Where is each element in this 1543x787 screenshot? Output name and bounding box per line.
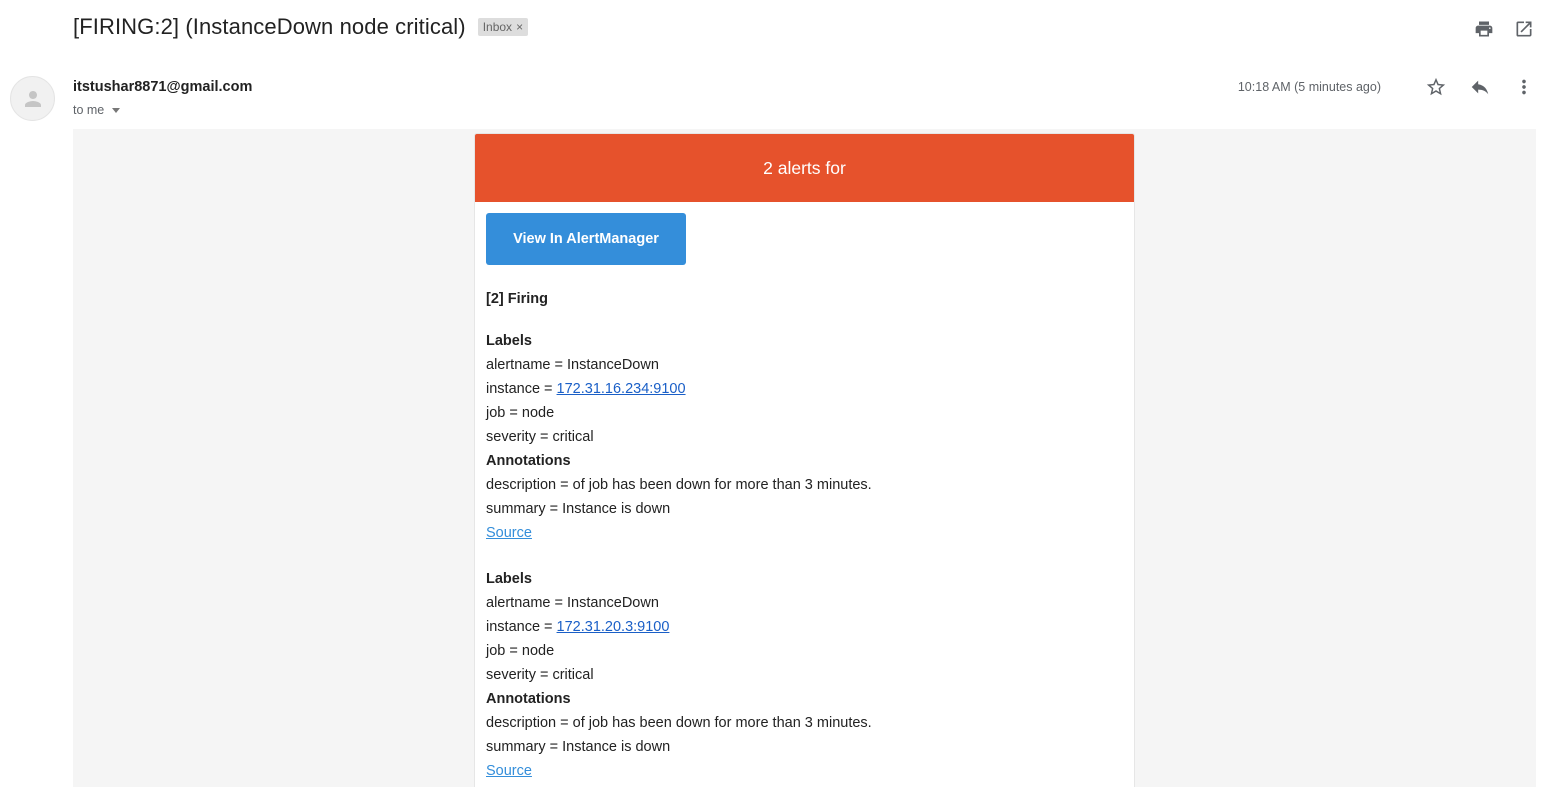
labels-heading: Labels	[486, 571, 532, 587]
annotation-summary: summary = Instance is down	[486, 501, 671, 517]
recipient-label: to me	[73, 103, 105, 117]
sender-address[interactable]: itstushar8871@gmail.com	[73, 79, 252, 95]
annotation-description: description = of job has been down for m…	[486, 715, 872, 731]
star-icon[interactable]	[1425, 76, 1447, 98]
label-severity: severity = critical	[486, 429, 594, 445]
label-severity: severity = critical	[486, 667, 594, 683]
label-job: job = node	[486, 405, 555, 421]
source-link[interactable]: Source	[486, 521, 532, 545]
label-instance: instance = 172.31.20.3:9100	[486, 615, 1123, 639]
annotation-description: description = of job has been down for m…	[486, 477, 872, 493]
label-instance-prefix: instance =	[486, 381, 557, 397]
annotation-summary: summary = Instance is down	[486, 739, 671, 755]
alert-banner: 2 alerts for	[475, 134, 1134, 202]
inbox-label-chip[interactable]: Inbox ×	[477, 18, 529, 36]
annotations-heading: Annotations	[486, 691, 571, 707]
email-subject: [FIRING:2] (InstanceDown node critical)	[73, 14, 466, 39]
label-alertname: alertname = InstanceDown	[486, 357, 659, 373]
avatar[interactable]	[10, 76, 55, 121]
label-instance: instance = 172.31.16.234:9100	[486, 377, 1123, 401]
message-actions: 10:18 AM (5 minutes ago)	[1238, 76, 1535, 98]
instance-link[interactable]: 172.31.16.234:9100	[557, 381, 686, 397]
person-icon	[24, 90, 41, 107]
print-icon[interactable]	[1473, 18, 1495, 40]
recipient-details-toggle[interactable]: to me	[73, 103, 121, 117]
reply-icon[interactable]	[1469, 76, 1491, 98]
top-actions	[1473, 18, 1535, 40]
chevron-down-icon	[112, 107, 121, 113]
more-options-icon[interactable]	[1513, 76, 1535, 98]
email-body: 2 alerts for View In AlertManager [2] Fi…	[73, 129, 1536, 787]
firing-heading: [2] Firing	[486, 291, 549, 307]
alert-item: Labels alertname = InstanceDown instance…	[486, 329, 1123, 545]
remove-label-icon[interactable]: ×	[516, 20, 523, 34]
labels-heading: Labels	[486, 333, 532, 349]
email-header: [FIRING:2] (InstanceDown node critical) …	[73, 14, 529, 40]
label-alertname: alertname = InstanceDown	[486, 595, 659, 611]
instance-link[interactable]: 172.31.20.3:9100	[557, 619, 670, 635]
view-in-alertmanager-button[interactable]: View In AlertManager	[486, 213, 686, 265]
label-job: job = node	[486, 643, 555, 659]
alert-card: 2 alerts for View In AlertManager [2] Fi…	[474, 133, 1135, 787]
label-instance-prefix: instance =	[486, 619, 557, 635]
alert-card-content: View In AlertManager [2] Firing Labels a…	[475, 202, 1134, 783]
open-in-new-window-icon[interactable]	[1513, 18, 1535, 40]
source-link[interactable]: Source	[486, 759, 532, 783]
inbox-label-text: Inbox	[482, 20, 513, 34]
alert-item: Labels alertname = InstanceDown instance…	[486, 567, 1123, 783]
timestamp: 10:18 AM (5 minutes ago)	[1237, 80, 1381, 94]
annotations-heading: Annotations	[486, 453, 571, 469]
